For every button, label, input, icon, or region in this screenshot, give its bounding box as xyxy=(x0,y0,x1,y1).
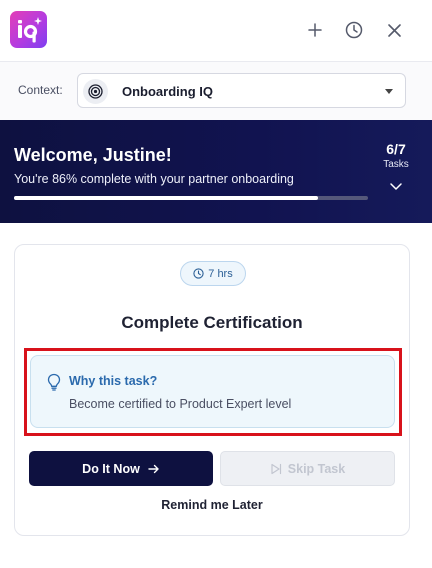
do-it-now-button[interactable]: Do It Now xyxy=(29,451,213,486)
plus-icon xyxy=(308,23,322,37)
task-count: 6/7 xyxy=(386,141,406,157)
progress-text: You're 86% complete with your partner on… xyxy=(14,172,294,186)
history-button[interactable] xyxy=(342,18,366,42)
close-icon xyxy=(387,23,401,37)
progress-bar-fill xyxy=(14,196,319,200)
context-value: Onboarding IQ xyxy=(122,84,213,99)
welcome-heading: Welcome, Justine! xyxy=(14,145,172,165)
add-button[interactable] xyxy=(303,18,327,42)
clock-icon xyxy=(345,21,363,39)
task-count-label: Tasks xyxy=(383,159,409,170)
chevron-down-icon[interactable] xyxy=(388,178,404,194)
clock-icon xyxy=(193,268,204,279)
close-button[interactable] xyxy=(382,18,406,42)
context-select[interactable]: Onboarding IQ xyxy=(77,73,406,108)
arrow-right-icon xyxy=(148,464,159,473)
app-header xyxy=(0,0,432,62)
highlight-outline xyxy=(24,348,402,436)
skip-task-label: Skip Task xyxy=(287,461,346,476)
caret-down-icon xyxy=(385,89,393,94)
skip-task-button[interactable]: Skip Task xyxy=(220,451,395,486)
time-estimate: 7 hrs xyxy=(208,267,233,280)
task-title: Complete Certification xyxy=(121,313,303,332)
app-logo xyxy=(10,11,47,48)
context-label: Context: xyxy=(18,83,63,97)
time-badge: 7 hrs xyxy=(180,261,246,286)
progress-bar xyxy=(14,196,368,200)
context-app-icon xyxy=(83,79,108,104)
do-it-now-label: Do It Now xyxy=(82,461,140,476)
target-icon xyxy=(88,84,103,99)
iq-logo-icon xyxy=(18,17,42,43)
progress-banner: Welcome, Justine! You're 86% complete wi… xyxy=(0,120,432,223)
remind-me-later-link[interactable]: Remind me Later xyxy=(14,498,410,512)
skip-icon xyxy=(271,463,281,474)
